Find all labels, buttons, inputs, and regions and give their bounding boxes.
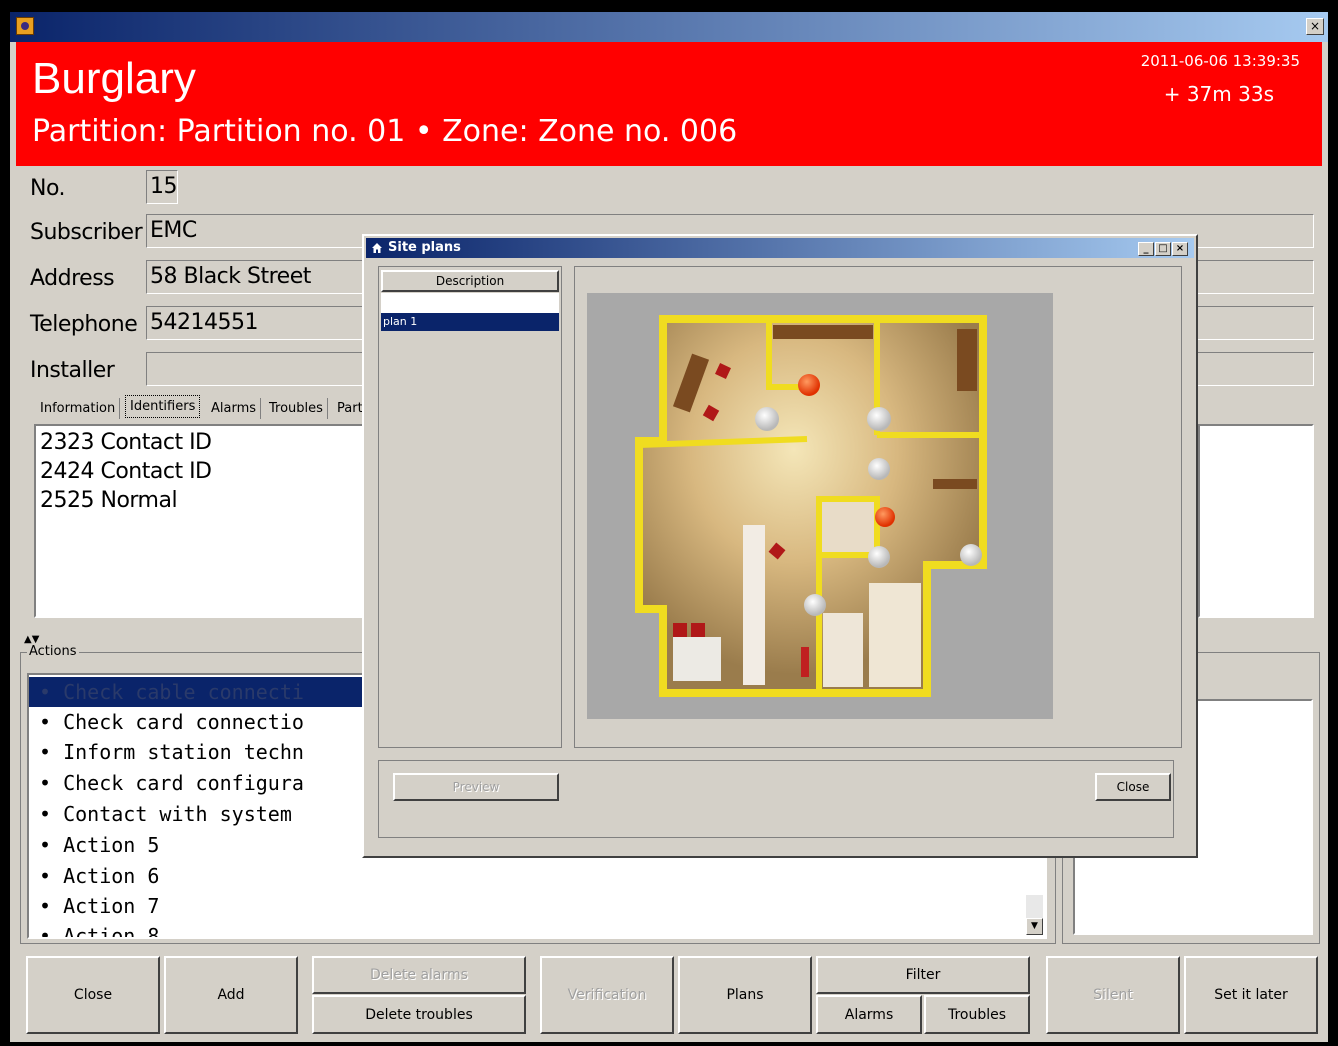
- dialog-titlebar[interactable]: Site plans _ □ ×: [366, 238, 1194, 258]
- tab-identifiers[interactable]: Identifiers: [125, 395, 201, 418]
- action-item[interactable]: • Action 6: [29, 861, 1045, 891]
- alarm-title: Burglary: [32, 54, 196, 103]
- plan-list-blank-row: [381, 293, 559, 313]
- app-icon: [16, 17, 34, 35]
- maximize-button[interactable]: □: [1155, 242, 1171, 256]
- tab-alarms[interactable]: Alarms: [207, 398, 262, 419]
- identifier-item: 2323 Contact ID: [40, 430, 212, 455]
- home-icon: [372, 243, 382, 253]
- no-field: 15: [146, 170, 178, 204]
- window-titlebar[interactable]: ×: [10, 12, 1328, 42]
- installer-label: Installer: [30, 358, 115, 383]
- close-button[interactable]: Close: [26, 956, 160, 1034]
- action-item-label: • Check cable connecti: [39, 680, 304, 704]
- plan-preview-frame: [574, 266, 1182, 748]
- dialog-button-bar: Preview Close: [378, 760, 1174, 838]
- tab-information[interactable]: Information: [36, 398, 121, 419]
- details-panel: [1198, 424, 1314, 618]
- identifier-item: 2424 Contact ID: [40, 459, 212, 484]
- telephone-label: Telephone: [30, 312, 138, 337]
- verification-button[interactable]: Verification: [540, 956, 674, 1034]
- plan-list-item[interactable]: plan 1: [381, 313, 559, 331]
- filter-troubles-button[interactable]: Troubles: [924, 995, 1030, 1034]
- subscriber-label: Subscriber: [30, 220, 143, 245]
- alarm-subtitle: Partition: Partition no. 01 • Zone: Zone…: [32, 114, 738, 149]
- address-label: Address: [30, 266, 115, 291]
- window-close-button[interactable]: ×: [1306, 18, 1324, 35]
- alarm-timestamp: 2011-06-06 13:39:35: [1140, 52, 1300, 70]
- column-header-description[interactable]: Description: [381, 270, 559, 292]
- filter-button[interactable]: Filter: [816, 956, 1030, 994]
- dialog-title: Site plans: [388, 240, 461, 255]
- site-plans-dialog: Site plans _ □ × Description plan 1 Prev…: [362, 234, 1198, 858]
- minimize-button[interactable]: _: [1138, 242, 1154, 256]
- delete-troubles-button[interactable]: Delete troubles: [312, 995, 526, 1034]
- scroll-down-icon[interactable]: ▼: [1026, 918, 1043, 935]
- delete-alarms-button[interactable]: Delete alarms: [312, 956, 526, 994]
- alarm-elapsed: + 37m 33s: [1163, 82, 1274, 106]
- set-it-later-button[interactable]: Set it later: [1184, 956, 1318, 1034]
- preview-button[interactable]: Preview: [393, 773, 559, 801]
- filter-alarms-button[interactable]: Alarms: [816, 995, 922, 1034]
- dialog-controls: _ □ ×: [1137, 242, 1188, 262]
- no-label: No.: [30, 176, 66, 201]
- floor-plan-image: [587, 293, 1053, 719]
- identifiers-panel: 2323 Contact ID 2424 Contact ID 2525 Nor…: [34, 424, 374, 618]
- tab-troubles[interactable]: Troubles: [265, 398, 328, 419]
- add-button[interactable]: Add: [164, 956, 298, 1034]
- actions-legend: Actions: [27, 644, 79, 659]
- plan-list: Description plan 1: [378, 266, 562, 748]
- silent-button[interactable]: Silent: [1046, 956, 1180, 1034]
- alarm-header: Burglary Partition: Partition no. 01 • Z…: [16, 42, 1322, 166]
- action-item[interactable]: • Action 7: [29, 891, 1045, 921]
- action-item[interactable]: • Action 8: [29, 921, 1045, 937]
- dialog-close-action-button[interactable]: Close: [1095, 773, 1171, 801]
- plans-button[interactable]: Plans: [678, 956, 812, 1034]
- identifier-item: 2525 Normal: [40, 488, 178, 513]
- dialog-close-button[interactable]: ×: [1172, 242, 1188, 256]
